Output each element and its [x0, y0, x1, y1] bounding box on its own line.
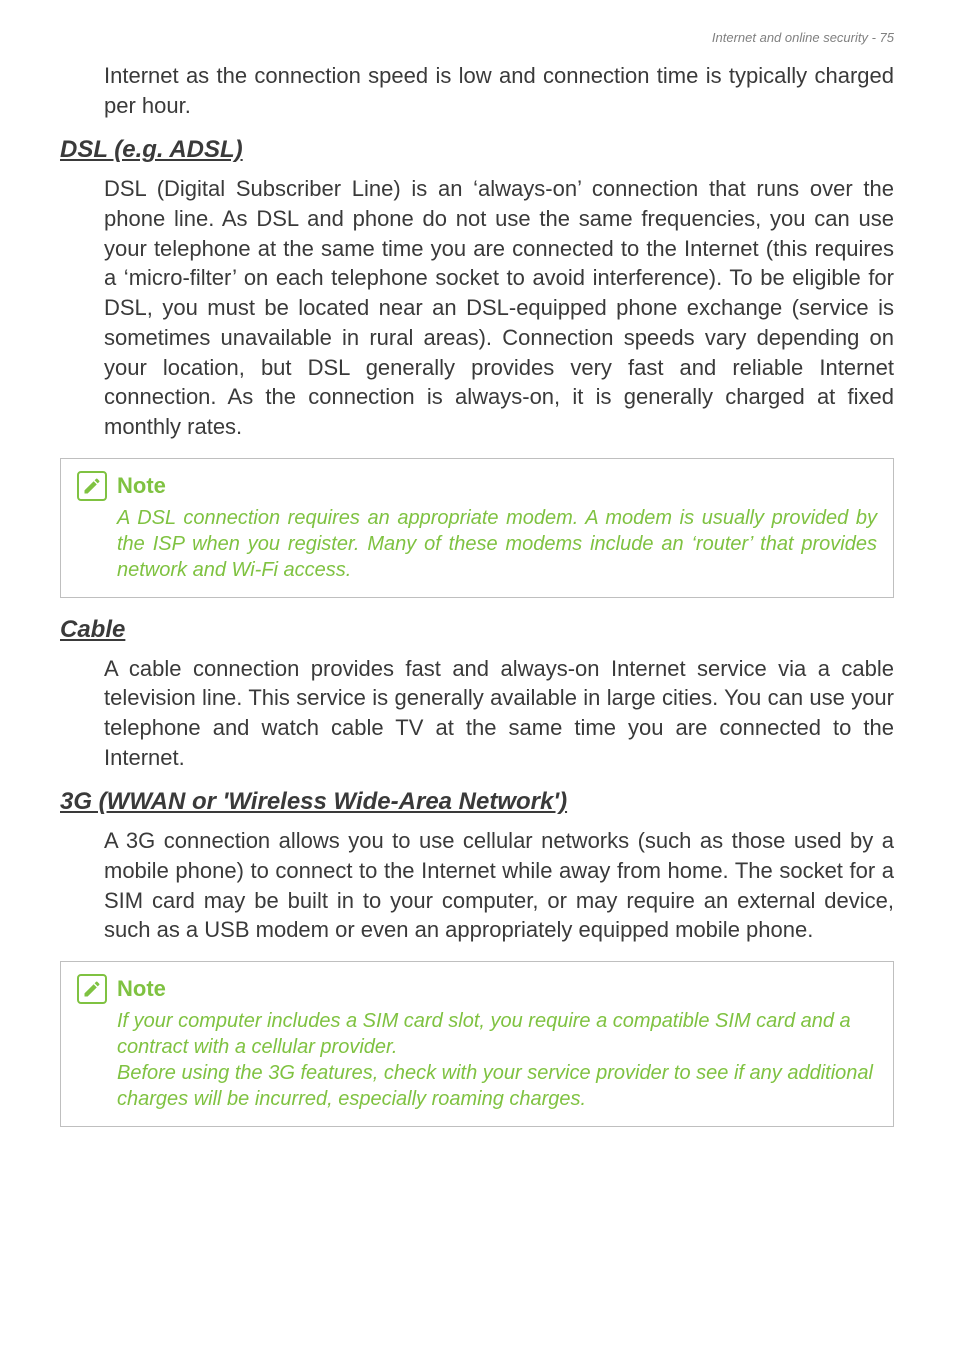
note-box-3g: Note If your computer includes a SIM car… — [60, 961, 894, 1127]
note-title: Note — [117, 473, 166, 499]
wwan-heading: 3G (WWAN or 'Wireless Wide-Area Network'… — [60, 788, 894, 816]
note-box-dsl: Note A DSL connection requires an approp… — [60, 458, 894, 598]
note-header: Note — [77, 471, 877, 501]
cable-paragraph: A cable connection provides fast and alw… — [104, 654, 894, 773]
intro-paragraph: Internet as the connection speed is low … — [104, 61, 894, 120]
cable-heading: Cable — [60, 616, 894, 644]
dsl-paragraph: DSL (Digital Subscriber Line) is an ‘alw… — [104, 174, 894, 441]
note-text-2: Before using the 3G features, check with… — [117, 1060, 877, 1112]
pencil-icon — [77, 471, 107, 501]
note-text: A DSL connection requires an appropriate… — [117, 505, 877, 583]
note-title: Note — [117, 976, 166, 1002]
wwan-paragraph: A 3G connection allows you to use cellul… — [104, 826, 894, 945]
note-text-1: If your computer includes a SIM card slo… — [117, 1008, 877, 1060]
dsl-heading: DSL (e.g. ADSL) — [60, 136, 894, 164]
note-header: Note — [77, 974, 877, 1004]
page-header: Internet and online security - 75 — [60, 30, 894, 45]
pencil-icon — [77, 974, 107, 1004]
